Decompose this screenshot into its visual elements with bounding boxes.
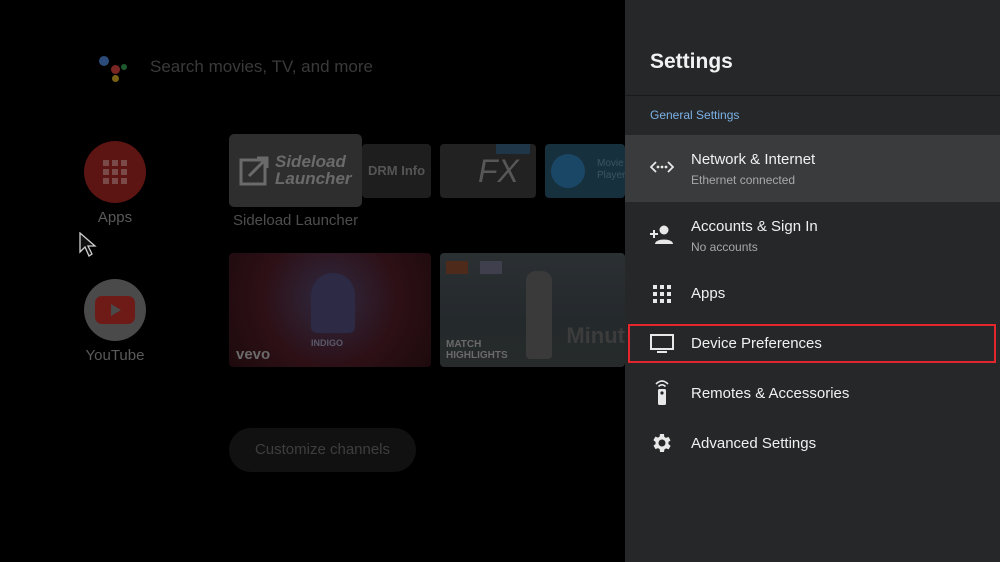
focused-tile-label: Sideload Launcher <box>233 212 359 229</box>
sideload-launcher-tile[interactable]: Sideload Launcher <box>229 134 362 207</box>
settings-item-label: Network & Internet <box>691 151 816 168</box>
settings-item-label: Apps <box>691 285 726 302</box>
youtube-icon <box>84 279 146 341</box>
general-settings-heading: General Settings <box>650 108 740 122</box>
mx-player-tile[interactable]: Movie Player <box>545 144 625 198</box>
settings-item-apps[interactable]: Apps <box>625 269 1000 319</box>
vevo-video-caption: INDIGO <box>311 338 344 348</box>
settings-item-subtitle: Ethernet connected <box>691 173 796 187</box>
apps-grid-icon <box>650 282 674 306</box>
settings-item-network[interactable]: Network & Internet Ethernet connected <box>625 135 1000 202</box>
settings-title: Settings <box>650 50 733 73</box>
drm-info-tile-label: DRM Info <box>368 163 426 178</box>
sideload-launcher-tile-title: Sideload Launcher <box>275 152 352 188</box>
mx-player-tile-label: Movie Player <box>597 158 625 181</box>
flag-icon <box>446 261 468 274</box>
settings-item-subtitle: No accounts <box>691 240 758 254</box>
vevo-video-tile[interactable]: INDIGO vevo <box>229 253 431 367</box>
settings-item-label: Advanced Settings <box>691 435 817 452</box>
settings-item-label: Accounts & Sign In <box>691 218 818 235</box>
settings-panel: Settings General Settings Network & Inte… <box>625 0 1000 562</box>
gear-icon <box>650 431 674 455</box>
apps-shortcut[interactable]: Apps <box>84 141 146 226</box>
home-screen-background: Search movies, TV, and more Apps YouTube <box>0 0 625 562</box>
minute-text: Minut <box>566 323 625 348</box>
settings-item-remotes[interactable]: Remotes & Accessories <box>625 369 1000 419</box>
match-highlights-tile[interactable]: Minut MATCH HIGHLIGHTS <box>440 253 625 367</box>
drm-info-tile[interactable]: DRM Info <box>362 144 431 198</box>
search-bar[interactable]: Search movies, TV, and more <box>150 57 373 77</box>
customize-channels-button[interactable]: Customize channels <box>229 428 416 472</box>
apps-grid-icon <box>84 141 146 203</box>
highlight-annotation-box <box>628 324 996 363</box>
network-icon <box>650 155 674 179</box>
settings-item-label: Remotes & Accessories <box>691 385 850 402</box>
flag-icon <box>480 261 502 274</box>
mouse-pointer-icon <box>79 231 97 263</box>
settings-item-accounts[interactable]: Accounts & Sign In No accounts <box>625 202 1000 269</box>
settings-item-advanced[interactable]: Advanced Settings <box>625 419 1000 469</box>
vevo-logo: vevo <box>236 346 271 363</box>
apps-shortcut-label: Apps <box>97 209 133 226</box>
divider <box>625 95 1000 96</box>
google-assistant-icon[interactable] <box>97 50 131 84</box>
youtube-shortcut-label: YouTube <box>85 347 145 364</box>
remote-icon <box>650 380 674 405</box>
youtube-shortcut[interactable]: YouTube <box>84 279 146 364</box>
sideload-launcher-icon <box>239 156 269 186</box>
fx-tile[interactable]: FX <box>440 144 536 198</box>
fx-logo: FX <box>478 153 519 189</box>
add-account-icon <box>650 223 674 247</box>
match-highlights-label: MATCH HIGHLIGHTS <box>446 339 508 361</box>
play-icon <box>551 154 585 188</box>
